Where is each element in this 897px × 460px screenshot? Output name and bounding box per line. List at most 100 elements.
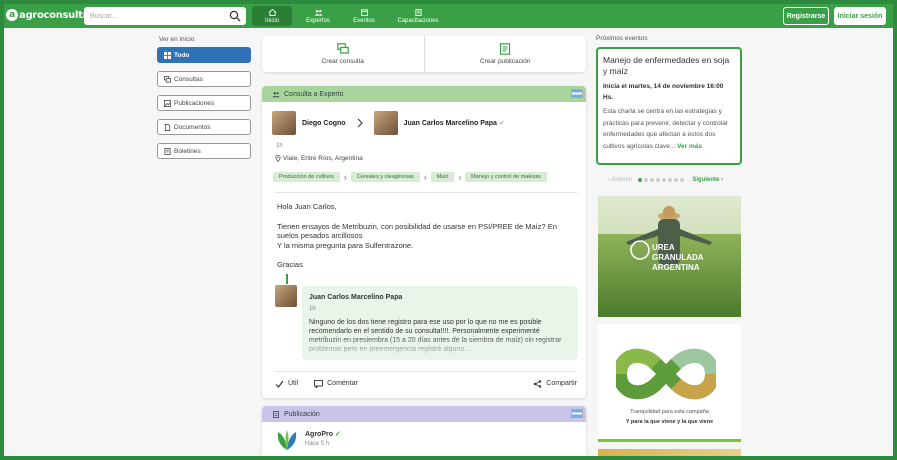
pager-dots xyxy=(638,178,686,182)
pager-dot[interactable] xyxy=(662,178,667,182)
filter-publicaciones-label: Publicaciones xyxy=(174,99,215,107)
chat-icon xyxy=(164,75,171,83)
search-placeholder: Buscar... xyxy=(90,12,118,20)
filter-consultas-label: Consultas xyxy=(174,75,203,83)
create-consult-button[interactable]: Crear consulta xyxy=(262,36,424,72)
filter-boletines[interactable]: Boletines xyxy=(157,143,251,159)
top-navbar: a agroconsultas Buscar... Inicio Experto… xyxy=(4,4,893,28)
post-body-thanks: Gracias xyxy=(277,260,303,269)
expert-reply-avatar[interactable] xyxy=(275,285,297,307)
login-button[interactable]: Iniciar sesión xyxy=(834,7,886,25)
chevron-right-icon: › xyxy=(423,172,427,182)
reply-fade xyxy=(302,334,578,360)
nav-expertos[interactable]: Expertos xyxy=(298,6,338,26)
people-icon xyxy=(314,9,322,16)
expert-name[interactable]: Juan Carlos Marcelino Papa xyxy=(404,120,497,127)
location-pin-icon xyxy=(275,155,281,162)
event-more-link[interactable]: Ver más xyxy=(677,143,702,150)
next-button[interactable]: Siguiente › xyxy=(692,177,723,183)
nav-eventos-label: Eventos xyxy=(353,17,375,24)
document-icon xyxy=(272,410,280,418)
agropro-logo-icon[interactable] xyxy=(274,428,300,452)
book-icon xyxy=(414,8,422,16)
reply-author[interactable]: Juan Carlos Marcelino Papa xyxy=(309,294,571,301)
nav-eventos[interactable]: Eventos xyxy=(344,6,384,26)
filter-documentos-label: Documentos xyxy=(174,123,211,131)
events-pager: ‹ Anterior Siguiente › xyxy=(608,177,736,183)
comment-button[interactable]: Comentar xyxy=(314,379,358,388)
chevron-right-icon xyxy=(357,118,363,128)
post-location-label: Viale, Entre Ríos, Argentina xyxy=(283,155,363,162)
pager-dot[interactable] xyxy=(680,178,685,182)
expert-reply[interactable]: Juan Carlos Marcelino Papa 1h Ninguno de… xyxy=(302,286,578,360)
pager-dot[interactable] xyxy=(674,178,679,182)
campaign-ad-bar xyxy=(598,439,741,442)
share-button[interactable]: Compartir xyxy=(533,379,577,388)
create-consult-label: Crear consulta xyxy=(321,58,364,65)
search-icon[interactable] xyxy=(229,10,241,22)
post-body-greeting: Hola Juan Carlos, xyxy=(277,202,337,211)
publication-author[interactable]: AgroPro ✓ xyxy=(305,430,341,438)
event-card[interactable]: Manejo de enfermedades en soja y maíz In… xyxy=(596,47,742,165)
brand-logo[interactable]: a agroconsultas xyxy=(6,9,95,21)
useful-label: Útil xyxy=(288,380,299,387)
reply-time: 1h xyxy=(309,306,316,312)
calendar-icon xyxy=(360,8,368,16)
filter-consultas[interactable]: Consultas xyxy=(157,71,251,87)
post-body-question-2: Y la misma pregunta para Sulfentrazone. xyxy=(277,240,414,250)
post-time: 1h xyxy=(276,143,283,149)
tag-chip[interactable]: Cereales y oleaginosas xyxy=(350,172,420,182)
tag-chip[interactable]: Maíz xyxy=(430,172,455,182)
post-participants: Diego Cogno Juan Carlos Marcelino Papa ✓ xyxy=(272,111,505,135)
argentina-flag-icon xyxy=(571,89,583,98)
create-publication-button[interactable]: Crear publicación xyxy=(423,36,587,72)
useful-button[interactable]: Útil xyxy=(275,380,298,388)
filter-publicaciones[interactable]: Publicaciones xyxy=(157,95,251,111)
feed-filters: Ver en inicio Todo Consultas Publicacion… xyxy=(157,36,251,167)
pager-dot[interactable] xyxy=(656,178,661,182)
pager-dot[interactable] xyxy=(668,178,673,182)
filter-todo[interactable]: Todo xyxy=(157,47,251,63)
previous-button[interactable]: ‹ Anterior xyxy=(608,177,632,183)
campaign-ad-banner[interactable]: Tranquilidad para esta campaña Y para la… xyxy=(598,324,741,442)
register-button[interactable]: Registrarse xyxy=(783,7,829,25)
post-type-header: Consulta a Experto xyxy=(262,86,586,102)
nav-capacitaciones[interactable]: Capacitaciones xyxy=(390,6,446,26)
urea-ad-banner[interactable]: UREA GRANULADA ARGENTINA xyxy=(598,196,741,317)
third-ad-banner[interactable] xyxy=(598,449,741,456)
verified-icon: ✓ xyxy=(498,120,505,127)
pager-dot[interactable] xyxy=(650,178,655,182)
chevron-right-icon: › xyxy=(344,172,347,182)
nav-inicio[interactable]: Inicio xyxy=(252,6,292,26)
tag-chip[interactable]: Manejo y control de malezas xyxy=(465,172,548,182)
event-title[interactable]: Manejo de enfermedades en soja y maíz xyxy=(603,55,735,77)
tag-chip[interactable]: Producción de cultivos xyxy=(273,172,341,182)
document-icon xyxy=(164,123,171,131)
pager-dot[interactable] xyxy=(644,178,649,182)
author-avatar[interactable] xyxy=(272,111,296,135)
app-frame: a agroconsultas Buscar... Inicio Experto… xyxy=(0,0,897,460)
author-name[interactable]: Diego Cogno xyxy=(302,120,346,127)
search-input[interactable]: Buscar... xyxy=(84,7,246,25)
argentina-flag-icon xyxy=(571,409,583,418)
post-body-question: Tienen ensayos de Metribuzin, con posibi… xyxy=(277,221,557,241)
people-icon xyxy=(272,91,280,97)
events-title: Próximos eventos xyxy=(596,35,648,42)
event-date: Inicia el martes, 14 de noviembre 16:00 … xyxy=(603,83,724,101)
post-type-label: Consulta a Experto xyxy=(284,90,344,98)
post-tags: Producción de cultivos › Cereales y olea… xyxy=(273,172,548,182)
expert-avatar[interactable] xyxy=(373,111,398,135)
event-description-text: Esta charla se centra en las estrategias… xyxy=(603,108,729,150)
publication-time: Hace 5 h xyxy=(305,441,330,447)
filter-documentos[interactable]: Documentos xyxy=(157,119,251,135)
post-body: Hola Juan Carlos, Tienen ensayos de Metr… xyxy=(277,202,577,270)
post-type-header: Publicación xyxy=(262,406,586,422)
newsletter-icon xyxy=(164,147,171,155)
nav-capacitaciones-label: Capacitaciones xyxy=(397,17,439,24)
chevron-right-icon: › xyxy=(458,172,462,182)
main-nav: Inicio Expertos Eventos Capacitaciones xyxy=(252,6,452,26)
previous-label: Anterior xyxy=(611,177,633,183)
nav-inicio-label: Inicio xyxy=(264,17,279,24)
pager-dot[interactable] xyxy=(638,178,643,182)
share-label: Compartir xyxy=(546,380,577,387)
